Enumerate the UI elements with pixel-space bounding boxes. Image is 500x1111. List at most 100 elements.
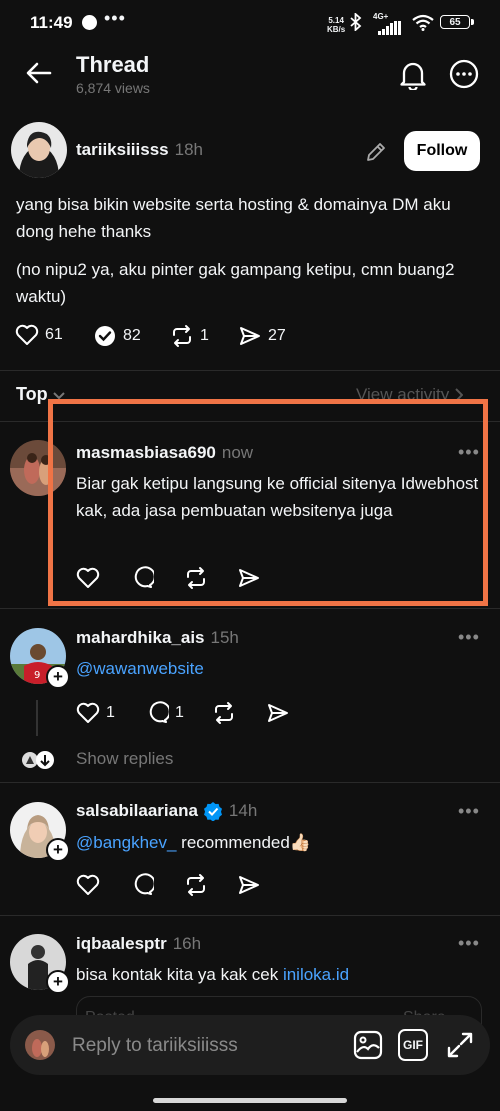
divider: [0, 915, 500, 916]
reply-share-button[interactable]: [237, 873, 261, 902]
post-time: 18h: [174, 140, 203, 159]
send-icon: [239, 876, 259, 894]
post-text-1: yang bisa bikin website serta hosting & …: [16, 195, 451, 241]
send-icon: [268, 704, 288, 722]
reply-username[interactable]: mahardhika_ais: [76, 628, 205, 647]
battery-icon: 65: [440, 15, 470, 29]
notification-dot-icon: [82, 15, 97, 30]
post-author-avatar[interactable]: [11, 122, 67, 178]
reply-text-body: recommended👍🏻: [176, 833, 312, 852]
like-button[interactable]: 61: [15, 324, 63, 346]
status-time: 11:49: [30, 13, 73, 32]
gif-button[interactable]: GIF: [398, 1029, 428, 1061]
reply-text-body: bisa kontak kita ya kak cek: [76, 965, 283, 984]
reply-time: 15h: [210, 628, 239, 647]
home-indicator[interactable]: [153, 1098, 347, 1103]
more-notifications-icon: •••: [104, 8, 126, 28]
heart-icon: [76, 874, 100, 895]
reply-count: 82: [123, 327, 141, 344]
reply-time: 14h: [228, 801, 258, 820]
mention-link[interactable]: @bangkhev_: [76, 833, 176, 852]
reply-time: 16h: [172, 934, 202, 953]
image-button[interactable]: [352, 1029, 384, 1061]
share-button[interactable]: 27: [238, 324, 286, 348]
highlight-box: [48, 399, 488, 606]
reply-text: bisa kontak kita ya kak cek iniloka.id: [76, 961, 349, 988]
reply-repost-button[interactable]: [212, 701, 236, 730]
reply-more-icon[interactable]: •••: [458, 801, 480, 822]
reply-like-button[interactable]: [76, 874, 100, 901]
reply-button[interactable]: 82: [93, 324, 141, 348]
reply-comment-button[interactable]: [130, 873, 156, 902]
reply-input[interactable]: Reply to tariiksiiisss: [72, 1035, 238, 1057]
show-replies-button[interactable]: Show replies: [76, 749, 173, 769]
reply-username[interactable]: iqbaalesptr: [76, 934, 167, 953]
divider: [0, 782, 500, 783]
view-count: 6,874 views: [76, 80, 150, 96]
expand-button[interactable]: [444, 1029, 476, 1061]
bluetooth-icon: [349, 11, 363, 36]
share-count: 27: [268, 327, 286, 344]
reply-more-icon[interactable]: •••: [458, 933, 480, 954]
reply-header: mahardhika_ais 15h: [76, 628, 239, 648]
pencil-icon: [367, 143, 385, 161]
follow-button[interactable]: Follow: [404, 131, 480, 171]
sort-label: Top: [16, 384, 48, 404]
reply-repost-button[interactable]: [184, 873, 208, 902]
reply-text: @bangkhev_ recommended👍🏻: [76, 829, 311, 856]
verified-badge-icon: [203, 802, 222, 821]
my-avatar: [25, 1030, 55, 1060]
edit-button[interactable]: [362, 138, 390, 166]
reply-text: @wawanwebsite: [76, 655, 204, 682]
post-author-username[interactable]: tariiksiiisss: [76, 140, 169, 159]
show-replies-avatars: [20, 750, 56, 775]
repost-icon: [173, 325, 191, 347]
notifications-button[interactable]: [396, 58, 430, 92]
post-text-2: (no nipu2 ya, aku pinter gak gampang ket…: [16, 260, 455, 306]
bell-icon: [400, 62, 426, 90]
repost-icon: [215, 702, 233, 724]
follow-plus-icon[interactable]: +: [46, 970, 70, 994]
reply-like-button[interactable]: 1: [76, 702, 115, 724]
status-bar: 11:49 ••• 5.14 KB/s 4G+ 65: [0, 0, 500, 48]
follow-plus-icon[interactable]: +: [46, 838, 70, 862]
divider: [0, 608, 500, 609]
follow-plus-icon[interactable]: +: [46, 665, 70, 689]
network-speed: 5.14 KB/s: [327, 16, 346, 34]
reply-header: salsabilaariana 14h: [76, 801, 257, 821]
post-header: tariiksiiisss 18h: [76, 140, 203, 160]
like-count: 1: [106, 704, 115, 721]
mention-link[interactable]: @wawanwebsite: [76, 659, 204, 678]
more-circle-icon: [449, 59, 479, 89]
comment-icon: [134, 873, 156, 895]
thread-line: [36, 700, 38, 736]
heart-icon: [15, 324, 39, 345]
wifi-icon: [412, 14, 434, 36]
svg-text:9: 9: [34, 670, 40, 681]
repost-count: 1: [200, 327, 209, 344]
heart-icon: [76, 702, 100, 723]
reply-count: 1: [175, 704, 184, 721]
expand-icon: [447, 1032, 473, 1058]
replied-check-icon: [95, 326, 115, 346]
like-count: 61: [45, 326, 63, 343]
reply-header: iqbaalesptr 16h: [76, 934, 201, 954]
reply-comment-button[interactable]: 1: [145, 701, 184, 725]
battery-cap: [471, 19, 474, 25]
send-icon: [240, 327, 260, 345]
back-arrow-icon: [26, 62, 52, 84]
chevron-down-icon: [52, 391, 65, 399]
repost-icon: [187, 874, 205, 896]
reply-share-button[interactable]: [266, 701, 290, 730]
repost-button[interactable]: 1: [170, 324, 209, 348]
back-button[interactable]: [24, 58, 54, 88]
page-title: Thread: [76, 52, 150, 77]
more-options-button[interactable]: [448, 58, 480, 90]
signal-icon: [378, 17, 402, 35]
reply-username[interactable]: salsabilaariana: [76, 801, 198, 821]
reply-more-icon[interactable]: •••: [458, 627, 480, 648]
image-icon: [353, 1030, 383, 1060]
website-link[interactable]: iniloka.id: [283, 965, 349, 984]
comment-icon: [149, 701, 169, 723]
divider: [0, 370, 500, 371]
